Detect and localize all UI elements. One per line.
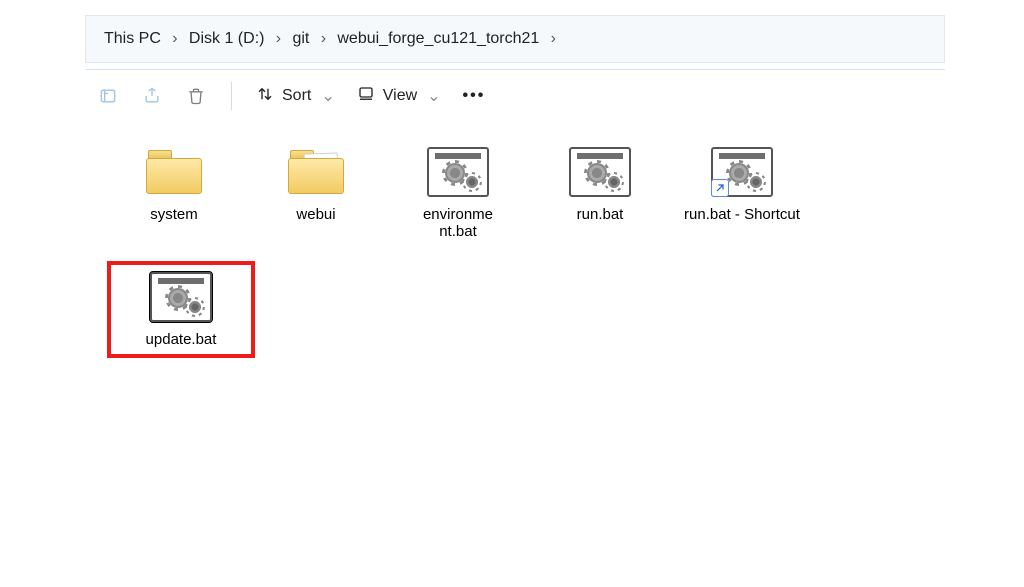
breadcrumb[interactable]: This PC › Disk 1 (D:) › git › webui_forg… [85,15,945,63]
breadcrumb-item[interactable]: This PC [100,26,165,52]
bat-file-icon [707,144,777,200]
more-button[interactable]: ••• [463,87,486,105]
sort-icon [256,85,274,108]
breadcrumb-item[interactable]: webui_forge_cu121_torch21 [333,26,543,52]
rename-icon[interactable] [97,85,119,107]
file-item[interactable]: update.bat [109,263,253,356]
bat-file-icon [423,144,493,200]
chevron-right-icon: › [165,30,185,48]
view-button[interactable]: View ⌄ [357,85,441,108]
file-item[interactable]: webui [251,144,381,241]
file-item[interactable]: system [109,144,239,241]
sort-button[interactable]: Sort ⌄ [256,85,335,108]
breadcrumb-item[interactable]: Disk 1 (D:) [185,26,269,52]
file-label: webui [296,206,335,223]
file-grid: system webui environment.bat run.bat run.bat… [85,122,945,374]
breadcrumb-item[interactable]: git [288,26,313,52]
chevron-right-icon: › [313,30,333,48]
bat-file-icon [565,144,635,200]
divider [231,82,232,110]
toolbar: Sort ⌄ View ⌄ ••• [85,70,945,122]
bat-file-icon [146,269,216,325]
file-label: run.bat - Shortcut [684,206,800,223]
file-item[interactable]: environment.bat [393,144,523,241]
view-icon [357,85,375,108]
file-label: update.bat [146,331,217,348]
file-label: system [150,206,198,223]
view-label: View [383,87,417,105]
shortcut-overlay-icon [711,179,729,197]
chevron-down-icon: ⌄ [427,86,440,106]
chevron-right-icon: › [543,30,563,48]
chevron-right-icon: › [268,30,288,48]
file-item[interactable]: run.bat [535,144,665,241]
chevron-down-icon: ⌄ [321,86,334,106]
folder-icon [281,144,351,200]
file-label: run.bat [577,206,624,223]
trash-icon[interactable] [185,85,207,107]
file-label: environment.bat [423,206,493,241]
share-icon[interactable] [141,85,163,107]
file-item[interactable]: run.bat - Shortcut [677,144,807,241]
ellipsis-icon: ••• [463,87,486,105]
sort-label: Sort [282,87,311,105]
folder-icon [139,144,209,200]
